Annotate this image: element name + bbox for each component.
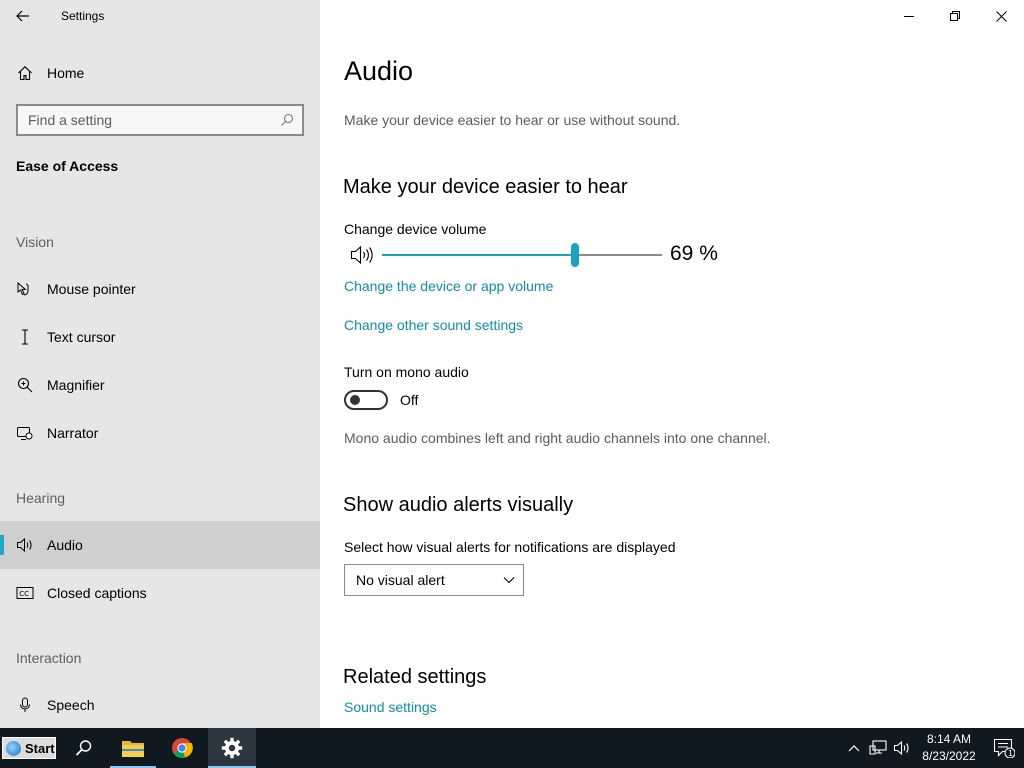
volume-label: Change device volume (344, 221, 487, 237)
volume-slider-fill (382, 254, 576, 256)
section-heading-alerts: Show audio alerts visually (343, 494, 574, 516)
app-title: Settings (61, 9, 105, 23)
volume-slider-thumb[interactable] (571, 243, 580, 267)
minimize-icon (904, 16, 914, 17)
closed-captions-icon: CC (0, 586, 47, 600)
start-label: Start (25, 740, 55, 756)
window-controls (886, 0, 1024, 32)
volume-slider[interactable] (382, 243, 662, 267)
start-button[interactable]: Start (2, 737, 56, 759)
search-input[interactable] (28, 112, 268, 128)
mono-audio-state: Off (400, 392, 419, 408)
chevron-down-icon (503, 577, 515, 584)
action-center-button[interactable]: 1 (984, 728, 1024, 768)
close-icon (995, 10, 1007, 22)
sidebar-item-label: Magnifier (47, 377, 105, 393)
sidebar-item-label: Audio (47, 537, 83, 553)
visual-alerts-dropdown[interactable]: No visual alert (344, 564, 524, 596)
taskbar-file-explorer[interactable] (110, 728, 156, 768)
mono-audio-toggle-row: Off (344, 390, 418, 410)
sidebar-item-closed-captions[interactable]: CC Closed captions (0, 569, 320, 617)
sidebar-item-label: Mouse pointer (47, 281, 136, 297)
sidebar-item-audio[interactable]: Audio (0, 521, 320, 569)
show-hidden-icons-button[interactable] (842, 728, 866, 768)
taskbar: Start 8:14 AM 8/23/2022 1 (0, 728, 1024, 768)
microphone-icon (0, 697, 47, 713)
search-box[interactable] (16, 104, 304, 136)
toggle-knob (350, 395, 360, 405)
page-subtitle: Make your device easier to hear or use w… (344, 112, 681, 128)
back-button[interactable] (0, 0, 46, 32)
sound-settings-link[interactable]: Sound settings (344, 699, 437, 715)
sidebar-item-label: Narrator (47, 425, 99, 441)
volume-speaker-icon[interactable] (350, 245, 374, 270)
clock-date: 8/23/2022 (922, 749, 976, 763)
close-button[interactable] (978, 0, 1024, 32)
taskbar-search-button[interactable] (61, 728, 107, 768)
page-title: Audio (344, 56, 414, 86)
change-other-sound-settings-link[interactable]: Change other sound settings (344, 317, 523, 333)
mono-audio-label: Turn on mono audio (344, 364, 469, 380)
sidebar-item-magnifier[interactable]: Magnifier (0, 361, 320, 409)
change-device-app-volume-link[interactable]: Change the device or app volume (344, 278, 553, 294)
restore-icon (950, 11, 960, 21)
home-icon (0, 65, 47, 81)
mouse-pointer-icon (0, 281, 47, 297)
group-heading-vision: Vision (16, 234, 54, 250)
notifications-icon: 1 (993, 738, 1015, 758)
narrator-icon (0, 425, 47, 441)
chevron-up-icon (848, 745, 860, 752)
sidebar-item-narrator[interactable]: Narrator (0, 409, 320, 457)
sidebar-item-label: Speech (47, 697, 95, 713)
system-tray: 8:14 AM 8/23/2022 1 (842, 728, 1024, 768)
magnifier-icon (0, 377, 47, 393)
group-heading-interaction: Interaction (16, 650, 82, 666)
network-tray-button[interactable] (866, 728, 890, 768)
taskbar-settings[interactable] (208, 728, 256, 768)
section-title: Ease of Access (16, 158, 119, 174)
windows-logo-icon (6, 740, 21, 756)
sidebar-item-label: Closed captions (47, 585, 147, 601)
mono-audio-toggle[interactable] (344, 390, 388, 410)
speaker-icon (893, 740, 909, 756)
file-explorer-icon (122, 741, 144, 757)
sidebar-item-label: Home (47, 65, 85, 81)
sidebar-item-text-cursor[interactable]: Text cursor (0, 313, 320, 361)
restore-button[interactable] (932, 0, 978, 32)
dropdown-selected-value: No visual alert (356, 572, 445, 588)
minimize-button[interactable] (886, 0, 932, 32)
main-content: Audio Make your device easier to hear or… (320, 0, 1024, 728)
section-heading-related: Related settings (343, 666, 487, 688)
clock-time: 8:14 AM (926, 732, 972, 746)
sidebar: Settings Home Ease of Access Vision Mous… (0, 0, 320, 728)
sidebar-item-home[interactable]: Home (0, 52, 320, 94)
volume-value: 69 % (670, 242, 718, 265)
sidebar-item-mouse-pointer[interactable]: Mouse pointer (0, 265, 320, 313)
volume-tray-button[interactable] (890, 728, 914, 768)
sidebar-item-speech[interactable]: Speech (0, 681, 320, 729)
text-cursor-icon (0, 329, 47, 345)
back-arrow-icon (16, 10, 29, 22)
notification-count: 1 (1008, 749, 1013, 758)
network-icon (869, 740, 887, 755)
search-icon (75, 740, 92, 756)
settings-icon (221, 737, 243, 759)
chrome-icon (172, 738, 193, 758)
speaker-icon (0, 537, 47, 553)
title-bar: Settings (0, 0, 320, 32)
svg-text:CC: CC (19, 590, 29, 598)
selection-indicator (0, 535, 4, 555)
sidebar-item-label: Text cursor (47, 329, 116, 345)
search-icon (281, 113, 294, 126)
volume-control: 69 % (350, 240, 730, 270)
group-heading-hearing: Hearing (16, 490, 66, 506)
taskbar-clock[interactable]: 8:14 AM 8/23/2022 (914, 731, 984, 765)
mono-audio-description: Mono audio combines left and right audio… (344, 430, 771, 446)
taskbar-chrome[interactable] (159, 728, 205, 768)
section-heading-hear: Make your device easier to hear (343, 176, 628, 198)
visual-alerts-label: Select how visual alerts for notificatio… (344, 539, 676, 555)
